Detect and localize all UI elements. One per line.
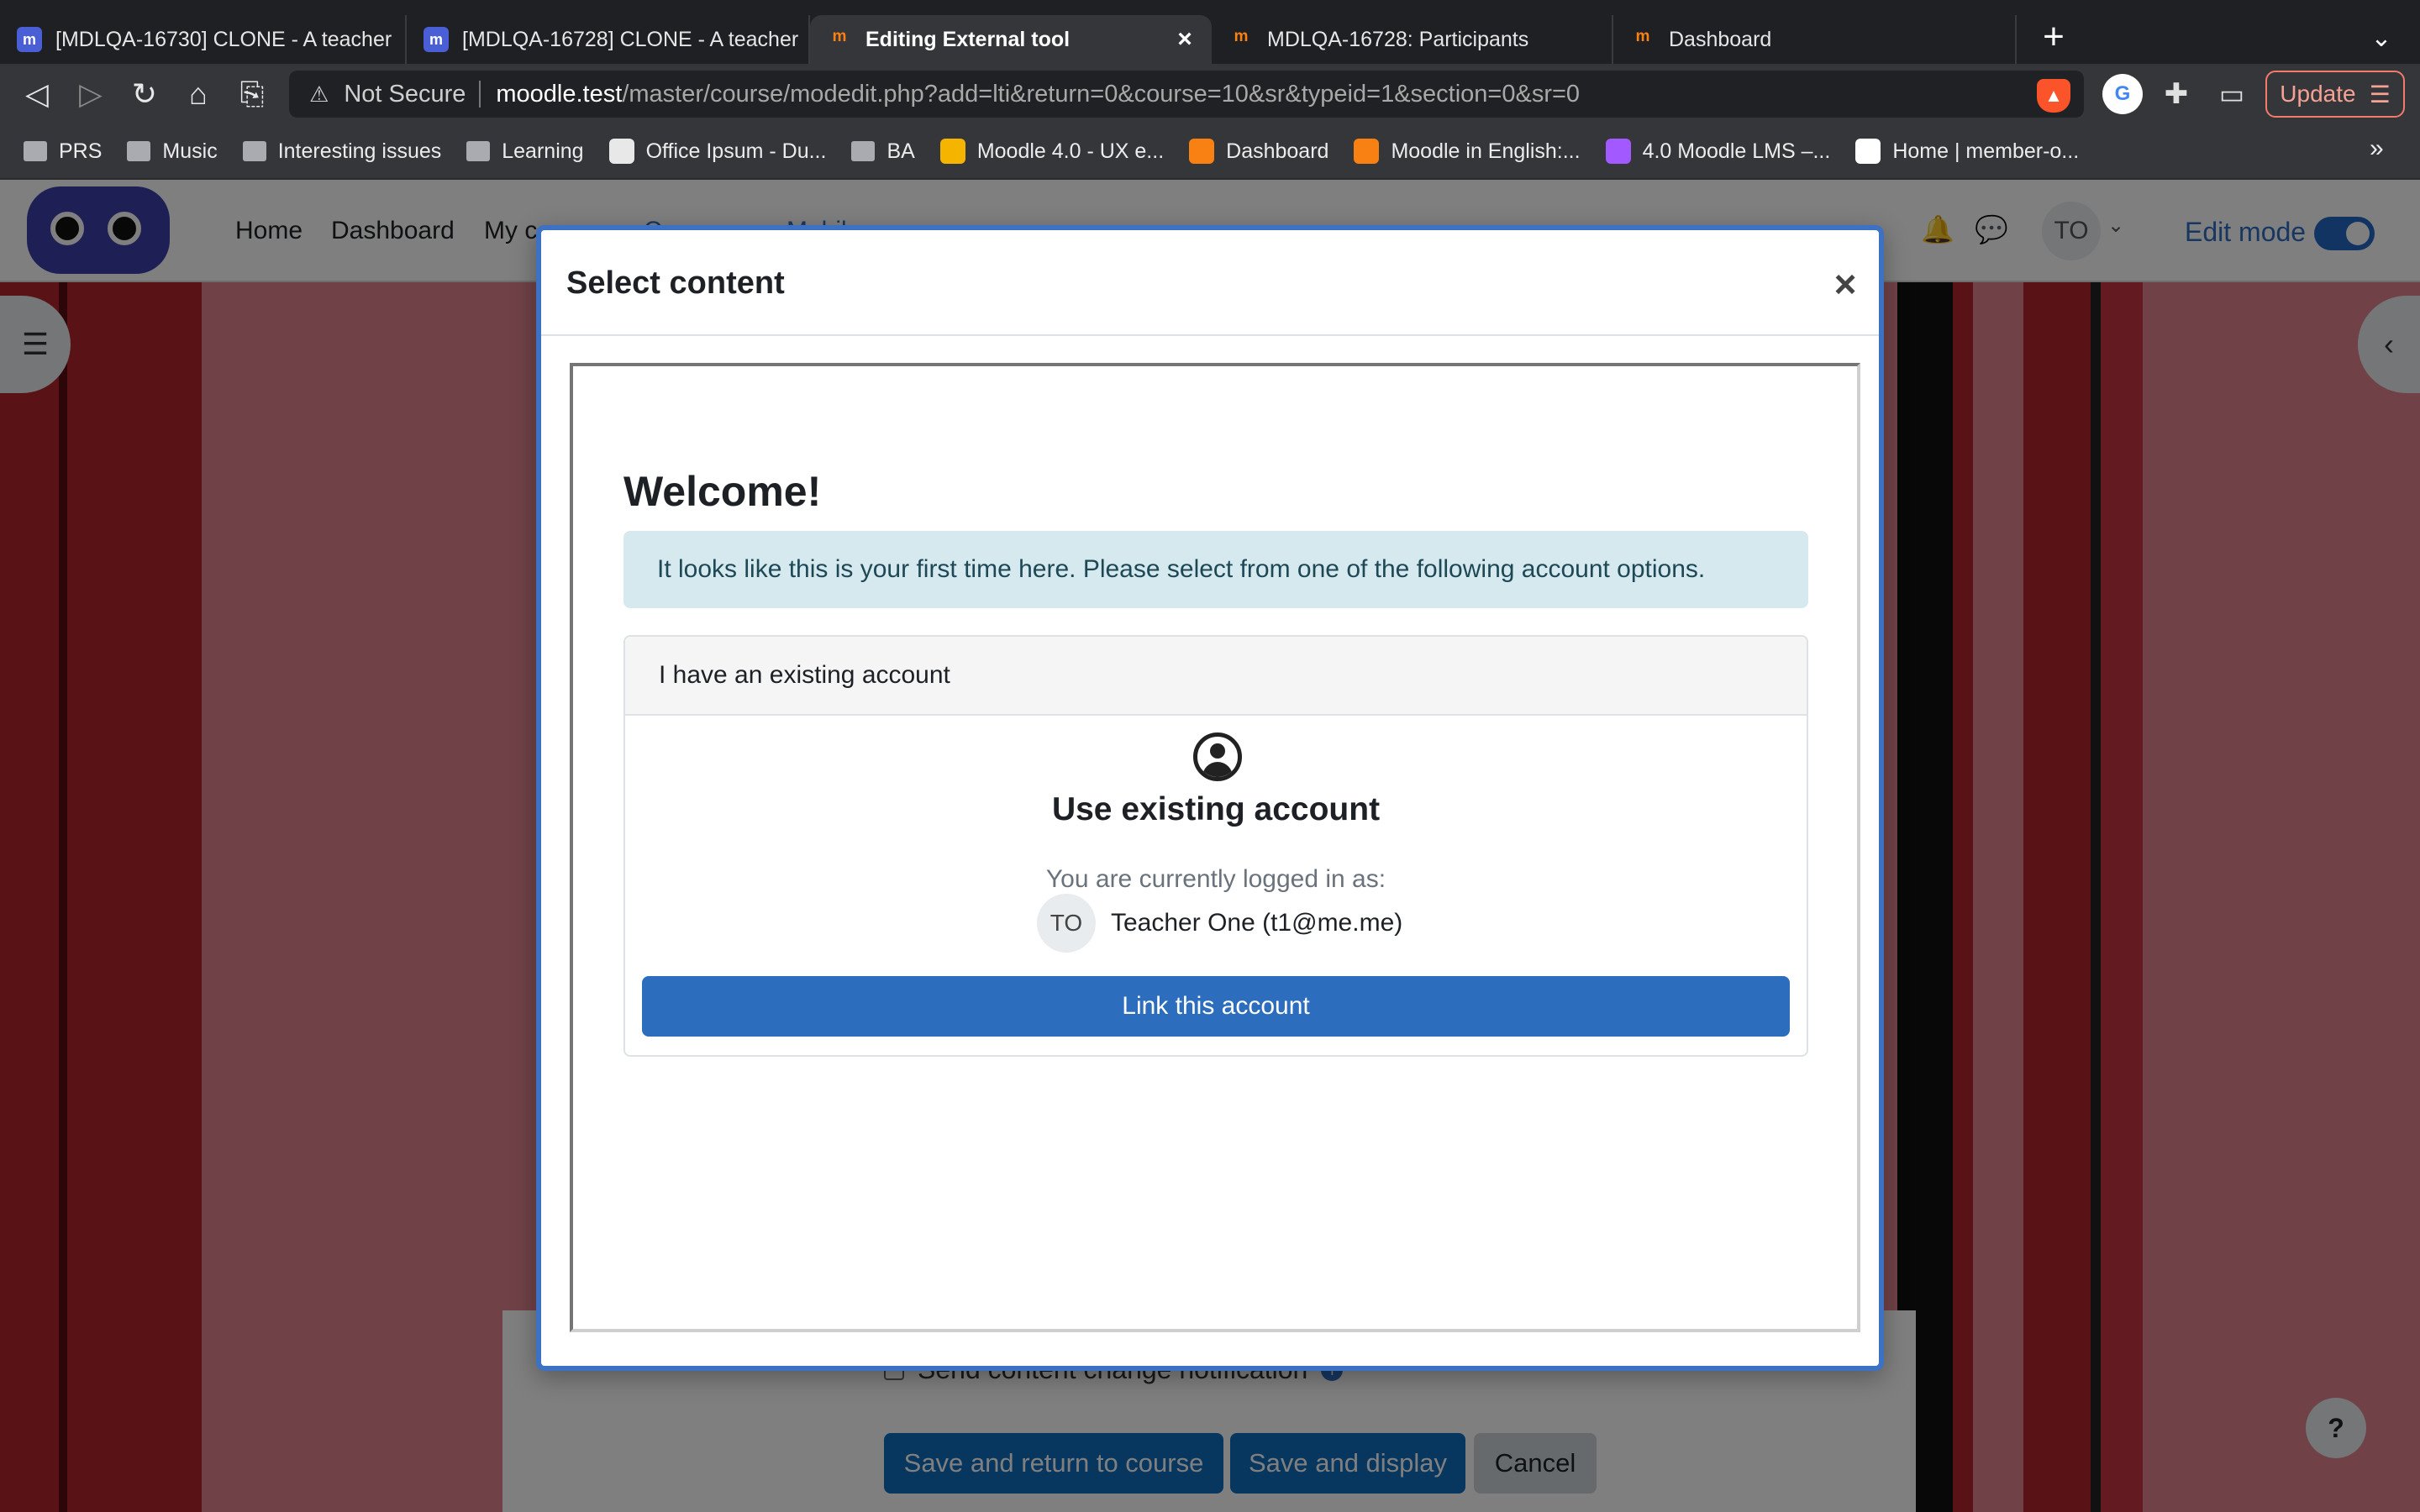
folder-icon [466, 141, 491, 161]
bookmark-label: Interesting issues [277, 139, 442, 163]
link-account-button[interactable]: Link this account [642, 976, 1790, 1037]
tab-title: [MDLQA-16730] CLONE - A teacher [55, 27, 392, 51]
tab-title: Editing External tool [865, 27, 1071, 51]
wix-icon [1855, 139, 1881, 164]
reload-icon[interactable]: ↻ [124, 74, 165, 114]
user-name: Teacher One (t1@me.me) [1111, 909, 1403, 937]
bookmark-label: Office Ipsum - Du... [645, 139, 827, 163]
logged-in-label: You are currently logged in as: [1045, 865, 1386, 893]
bookmark-item[interactable]: PRS [24, 139, 102, 164]
bookmarks-bar: PRS Music Interesting issues Learning Of… [0, 124, 2420, 180]
tab-search-chevron-icon[interactable]: ⌄ [2365, 18, 2398, 59]
bookmark-item[interactable]: Home | member-o... [1855, 139, 2079, 164]
bookmark-item[interactable]: Dashboard [1189, 139, 1328, 164]
bookmark-item[interactable]: Moodle in English:... [1354, 139, 1581, 164]
url-path: /master/course/modedit.php?add=lti&retur… [622, 80, 1581, 108]
close-tab-icon[interactable]: × [1170, 25, 1200, 54]
bookmark-item[interactable]: Music [127, 139, 218, 164]
bookmark-item[interactable]: BA [851, 139, 915, 164]
logged-in-user: TO Teacher One (t1@me.me) [1037, 894, 1402, 953]
browser-tab-mdlqa-16730[interactable]: m [MDLQA-16730] CLONE - A teacher [0, 15, 407, 64]
welcome-heading: Welcome! [623, 468, 822, 515]
moodle-icon [1354, 139, 1380, 164]
folder-icon [24, 141, 47, 161]
bookmark-label: BA [886, 139, 915, 163]
warning-icon: ⚠ [309, 81, 329, 107]
bookmark-icon[interactable]: ⎘ [232, 74, 272, 114]
avatar: TO [1037, 894, 1096, 953]
new-tab-button[interactable]: + [2033, 18, 2074, 59]
bookmark-item[interactable]: Interesting issues [242, 139, 442, 164]
existing-account-card: I have an existing account Use existing … [623, 635, 1808, 1057]
bookmark-label: Dashboard [1226, 139, 1329, 163]
tool-content-frame: Welcome! It looks like this is your firs… [570, 363, 1860, 1332]
home-icon[interactable]: ⌂ [178, 74, 218, 114]
address-bar[interactable]: ⚠ Not Secure moodle.test /master/course/… [289, 71, 2084, 118]
brave-shields-icon[interactable]: ▲ [2037, 79, 2070, 113]
card-header: I have an existing account [625, 637, 1807, 716]
bookmark-label: Moodle in English:... [1391, 139, 1581, 163]
moodle-icon: ᵐ [1636, 26, 1649, 52]
bookmark-item[interactable]: Moodle 4.0 - UX e... [939, 139, 1165, 164]
back-icon[interactable]: ◁ [17, 74, 57, 114]
browser-tab-mdlqa-16728[interactable]: m [MDLQA-16728] CLONE - A teacher [407, 15, 810, 64]
bookmark-label: PRS [59, 139, 103, 163]
icon-part [1202, 762, 1233, 777]
moodle-tracker-icon: m [424, 27, 449, 52]
browser-toolbar: ◁ ▷ ↻ ⌂ ⎘ ⚠ Not Secure moodle.test /mast… [0, 64, 2420, 124]
bookmark-label: Moodle 4.0 - UX e... [976, 139, 1165, 163]
divider [479, 81, 481, 108]
wallet-icon[interactable]: ▭ [2213, 76, 2250, 113]
translate-icon[interactable]: G [2102, 74, 2143, 114]
bookmark-item[interactable]: 4.0 Moodle LMS –... [1605, 139, 1831, 164]
tab-title: MDLQA-16728: Participants [1267, 27, 1529, 51]
tab-title: Dashboard [1669, 27, 1772, 51]
slides-icon [939, 139, 965, 164]
bookmark-item[interactable]: Learning [466, 139, 584, 164]
divider [541, 334, 1879, 336]
bookmark-label: Learning [502, 139, 584, 163]
bookmarks-overflow-icon[interactable]: » [2370, 134, 2384, 163]
browser-tab-editing-external-tool[interactable]: ᵐ Editing External tool × [810, 15, 1212, 64]
bookmark-item[interactable]: Office Ipsum - Du... [608, 139, 827, 164]
folder-icon [851, 141, 876, 161]
modal-title: Select content [566, 265, 785, 301]
user-circle-icon [1193, 732, 1242, 781]
use-existing-account-heading: Use existing account [1051, 791, 1381, 827]
moodle-icon: ᵐ [833, 26, 846, 52]
browser-tab-participants[interactable]: ᵐ MDLQA-16728: Participants [1212, 15, 1613, 64]
extensions-icon[interactable]: ✚ [2158, 76, 2195, 113]
icon-part [1210, 743, 1225, 759]
bookmark-label: 4.0 Moodle LMS –... [1642, 139, 1831, 163]
update-button[interactable]: Update ☰ [2265, 71, 2405, 118]
menu-icon: ☰ [2369, 81, 2391, 108]
figma-icon [1605, 139, 1631, 164]
browser-tab-dashboard[interactable]: ᵐ Dashboard [1613, 15, 2017, 64]
tab-title: [MDLQA-16728] CLONE - A teacher [462, 27, 799, 51]
url-host: moodle.test [496, 80, 623, 108]
update-label: Update [2280, 81, 2356, 107]
moodle-tracker-icon: m [17, 27, 42, 52]
bookmark-label: Home | member-o... [1892, 139, 2080, 163]
security-label: Not Secure [344, 80, 466, 108]
moodle-icon: ᵐ [1234, 26, 1248, 52]
page-icon [608, 139, 634, 164]
moodle-icon [1189, 139, 1215, 164]
bookmark-label: Music [162, 139, 218, 163]
close-icon[interactable]: × [1827, 265, 1864, 303]
info-alert: It looks like this is your first time he… [623, 531, 1808, 608]
select-content-modal: Select content × Welcome! It looks like … [536, 225, 1884, 1371]
forward-icon[interactable]: ▷ [71, 74, 111, 114]
folder-icon [242, 141, 266, 161]
folder-icon [127, 141, 151, 161]
